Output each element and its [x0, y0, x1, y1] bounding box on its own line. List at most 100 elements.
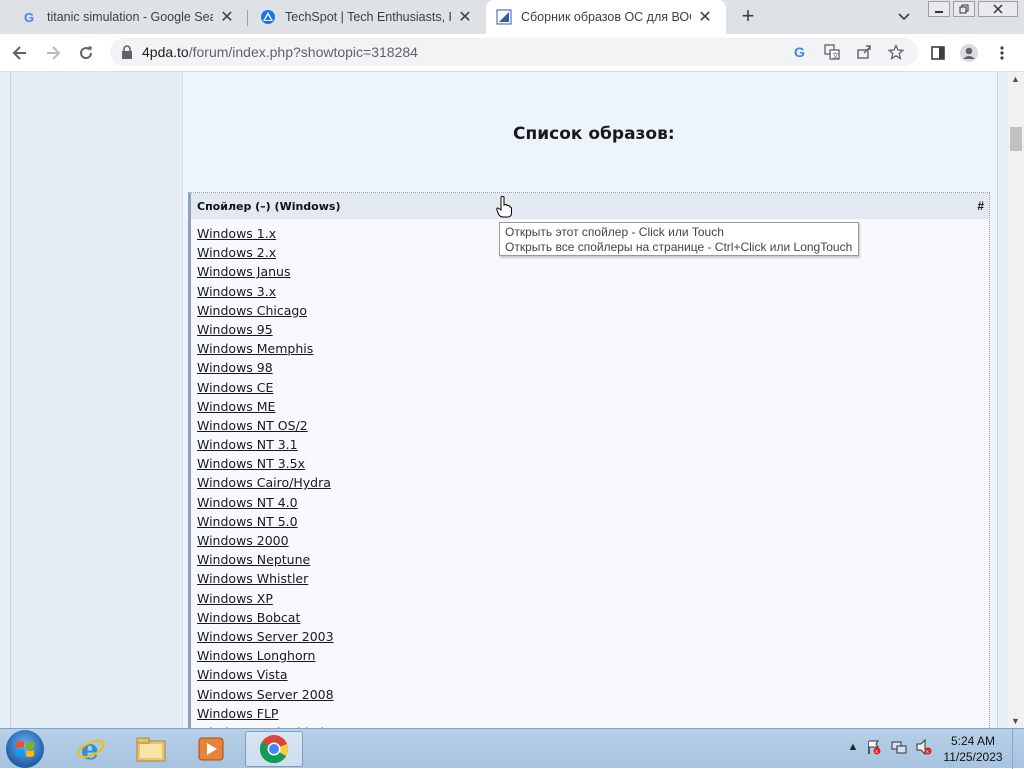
os-link[interactable]: Windows NT 5.0: [197, 514, 298, 529]
restore-button[interactable]: [953, 1, 975, 17]
tab-techspot[interactable]: TechSpot | Tech Enthusiasts, Power ✕: [248, 0, 486, 34]
page-viewport: Список образов: Спойлер (–) (Windows) # …: [0, 72, 1008, 728]
list-item: Windows Whistler: [197, 569, 360, 588]
file-explorer-icon[interactable]: [122, 731, 180, 767]
tab-google-search[interactable]: G titanic simulation - Google Search ✕: [0, 0, 248, 34]
profile-avatar-icon[interactable]: [957, 41, 981, 65]
tab-title: titanic simulation - Google Search: [47, 10, 213, 24]
share-icon[interactable]: [856, 44, 872, 60]
os-link[interactable]: Windows CE: [197, 380, 273, 395]
os-link-list: Windows 1.x Windows 2.x Windows Janus Windo…: [197, 224, 360, 728]
techspot-icon: [260, 9, 276, 25]
os-link[interactable]: Windows NT OS/2: [197, 418, 308, 433]
os-link[interactable]: Windows Server 2003: [197, 629, 334, 644]
os-link[interactable]: Windows 1.x: [197, 226, 276, 241]
close-tab-icon[interactable]: ✕: [457, 9, 473, 26]
scrollbar-thumb[interactable]: [1010, 127, 1022, 151]
os-link[interactable]: Windows Memphis: [197, 341, 313, 356]
scroll-up-arrow-icon[interactable]: ▲: [1011, 74, 1020, 84]
close-tab-icon[interactable]: ✕: [219, 9, 235, 26]
list-item: Windows Janus: [197, 262, 360, 281]
google-g-icon: G: [22, 9, 38, 25]
lock-icon[interactable]: [120, 44, 134, 60]
list-item: Windows CE: [197, 378, 360, 397]
volume-muted-icon[interactable]: x: [916, 739, 932, 755]
list-item: Windows NT 3.1: [197, 435, 360, 454]
os-link[interactable]: Windows NT 3.1: [197, 437, 298, 452]
close-tab-icon[interactable]: ✕: [697, 9, 713, 26]
google-lens-icon[interactable]: G: [792, 44, 808, 60]
bookmark-star-icon[interactable]: [888, 44, 904, 60]
list-item: Windows 3.x: [197, 282, 360, 301]
os-link[interactable]: Windows FLP: [197, 706, 278, 721]
back-arrow-icon[interactable]: [8, 41, 32, 65]
url-host: 4pda.to: [142, 44, 189, 60]
show-hidden-icons-arrow-icon[interactable]: ▲: [845, 739, 861, 755]
os-link[interactable]: Windows NT 3.5x: [197, 456, 305, 471]
new-tab-button[interactable]: +: [737, 5, 759, 27]
page-heading: Список образов:: [513, 124, 675, 144]
svg-text:G: G: [24, 10, 34, 24]
tab-4pda[interactable]: Сборник образов ОС для ВОССТ ✕: [486, 0, 726, 34]
os-link[interactable]: Windows 95: [197, 322, 273, 337]
os-link[interactable]: Windows XP: [197, 591, 273, 606]
side-panel-icon[interactable]: [926, 41, 950, 65]
list-item: Windows FLP: [197, 704, 360, 723]
os-link[interactable]: Windows 2.x: [197, 245, 276, 260]
spoiler-tooltip: Открыть этот спойлер - Click или Touch О…: [499, 222, 859, 256]
hand-cursor-icon: [496, 196, 512, 218]
windows-taskbar: e ▲ x x 5:24 AM 11/25/2023: [0, 728, 1024, 769]
browser-toolbar: 4pda.to/forum/index.php?showtopic=318284…: [0, 34, 1024, 72]
url-text[interactable]: 4pda.to/forum/index.php?showtopic=318284: [142, 44, 418, 60]
os-link[interactable]: Windows Chicago: [197, 303, 307, 318]
tab-search-chevron-icon[interactable]: [896, 8, 912, 24]
os-link[interactable]: Windows NT 4.0: [197, 495, 298, 510]
forward-arrow-icon[interactable]: [41, 41, 65, 65]
os-link[interactable]: Windows 2000: [197, 533, 289, 548]
os-link[interactable]: Windows 98: [197, 360, 273, 375]
chrome-icon[interactable]: [245, 731, 303, 767]
svg-text:文: 文: [832, 51, 839, 60]
close-window-button[interactable]: [978, 1, 1018, 17]
translate-icon[interactable]: 文: [824, 44, 840, 60]
reload-icon[interactable]: [74, 41, 98, 65]
tab-title: TechSpot | Tech Enthusiasts, Power: [285, 10, 451, 24]
kebab-menu-icon[interactable]: [990, 41, 1014, 65]
vertical-scrollbar[interactable]: ▲ ▼: [1008, 72, 1024, 728]
list-item: Windows Longhorn: [197, 646, 360, 665]
action-center-flag-icon[interactable]: x: [866, 739, 882, 755]
list-item: Windows NT OS/2: [197, 416, 360, 435]
os-link[interactable]: Windows Cairo/Hydra: [197, 475, 331, 490]
os-link[interactable]: Windows Longhorn: [197, 648, 315, 663]
list-item: Windows Vista: [197, 665, 360, 684]
show-desktop-button[interactable]: [1012, 729, 1024, 769]
spoiler-header[interactable]: Спойлер (–) (Windows) #: [191, 193, 989, 219]
taskbar-clock[interactable]: 5:24 AM 11/25/2023: [938, 733, 1008, 765]
list-item: Windows Bobcat: [197, 608, 360, 627]
4pda-icon: [496, 9, 512, 25]
spoiler-anchor-link[interactable]: #: [977, 199, 984, 213]
list-item: Windows NT 5.0: [197, 512, 360, 531]
os-link[interactable]: Windows 3.x: [197, 284, 276, 299]
os-link[interactable]: Windows Vista: [197, 667, 288, 682]
network-icon[interactable]: [891, 739, 907, 755]
os-link[interactable]: Windows Whistler: [197, 571, 308, 586]
os-link[interactable]: Windows ME: [197, 399, 275, 414]
scroll-down-arrow-icon[interactable]: ▼: [1011, 716, 1020, 726]
address-bar[interactable]: 4pda.to/forum/index.php?showtopic=318284…: [110, 38, 918, 66]
author-column: [10, 72, 183, 728]
os-link[interactable]: Windows Server 2008: [197, 687, 334, 702]
os-link[interactable]: Windows Neptune: [197, 552, 310, 567]
list-item: Windows 2.x: [197, 243, 360, 262]
internet-explorer-icon[interactable]: e: [62, 731, 120, 767]
tooltip-line: Открыть все спойлеры на странице - Ctrl+…: [505, 240, 853, 254]
list-item: Windows Cairo/Hydra: [197, 473, 360, 492]
spoiler-title[interactable]: Спойлер (–) (Windows): [197, 200, 340, 213]
media-player-icon[interactable]: [182, 731, 240, 767]
tab-strip: G titanic simulation - Google Search ✕ T…: [0, 0, 1024, 34]
start-button[interactable]: [6, 730, 44, 768]
os-link[interactable]: Windows Bobcat: [197, 610, 300, 625]
list-item: Windows XP: [197, 589, 360, 608]
os-link[interactable]: Windows Janus: [197, 264, 290, 279]
minimize-button[interactable]: [928, 1, 950, 17]
